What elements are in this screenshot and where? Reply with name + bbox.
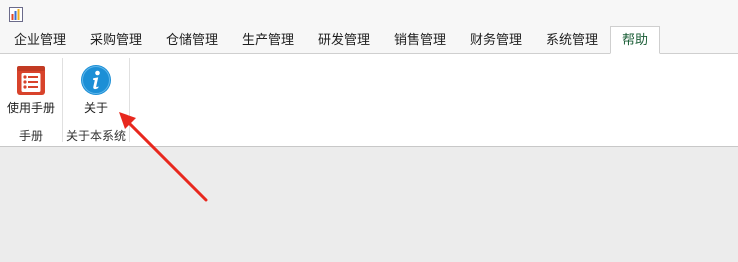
ribbon-panel: 使用手册 手册 关于 关于本系统 (0, 54, 738, 147)
tab-finance-management[interactable]: 财务管理 (462, 28, 530, 53)
title-bar (0, 0, 738, 28)
tab-help[interactable]: 帮助 (610, 26, 660, 54)
ribbon-group-about-system: 关于 关于本系统 (63, 54, 129, 146)
about-label: 关于 (83, 101, 108, 115)
user-manual-button[interactable]: 使用手册 (3, 64, 59, 122)
about-button[interactable]: 关于 (76, 64, 116, 122)
ribbon-group-manual: 使用手册 手册 (0, 54, 62, 146)
user-manual-label: 使用手册 (6, 101, 55, 115)
tab-sales-management[interactable]: 销售管理 (386, 28, 454, 53)
tab-enterprise-management[interactable]: 企业管理 (6, 28, 74, 53)
group-divider (129, 58, 130, 142)
info-icon (81, 65, 111, 95)
group-caption-about-system: 关于本系统 (65, 129, 126, 143)
main-content-area (0, 147, 738, 262)
tab-system-management[interactable]: 系统管理 (538, 28, 606, 53)
ribbon-tab-bar: 企业管理 采购管理 仓储管理 生产管理 研发管理 销售管理 财务管理 系统管理 … (0, 26, 738, 54)
group-caption-manual: 手册 (18, 129, 43, 143)
tab-rd-management[interactable]: 研发管理 (310, 28, 378, 53)
tab-production-management[interactable]: 生产管理 (234, 28, 302, 53)
app-logo-icon (9, 7, 23, 22)
tab-purchasing-management[interactable]: 采购管理 (82, 28, 150, 53)
manual-icon (17, 66, 45, 95)
tab-warehouse-management[interactable]: 仓储管理 (158, 28, 226, 53)
